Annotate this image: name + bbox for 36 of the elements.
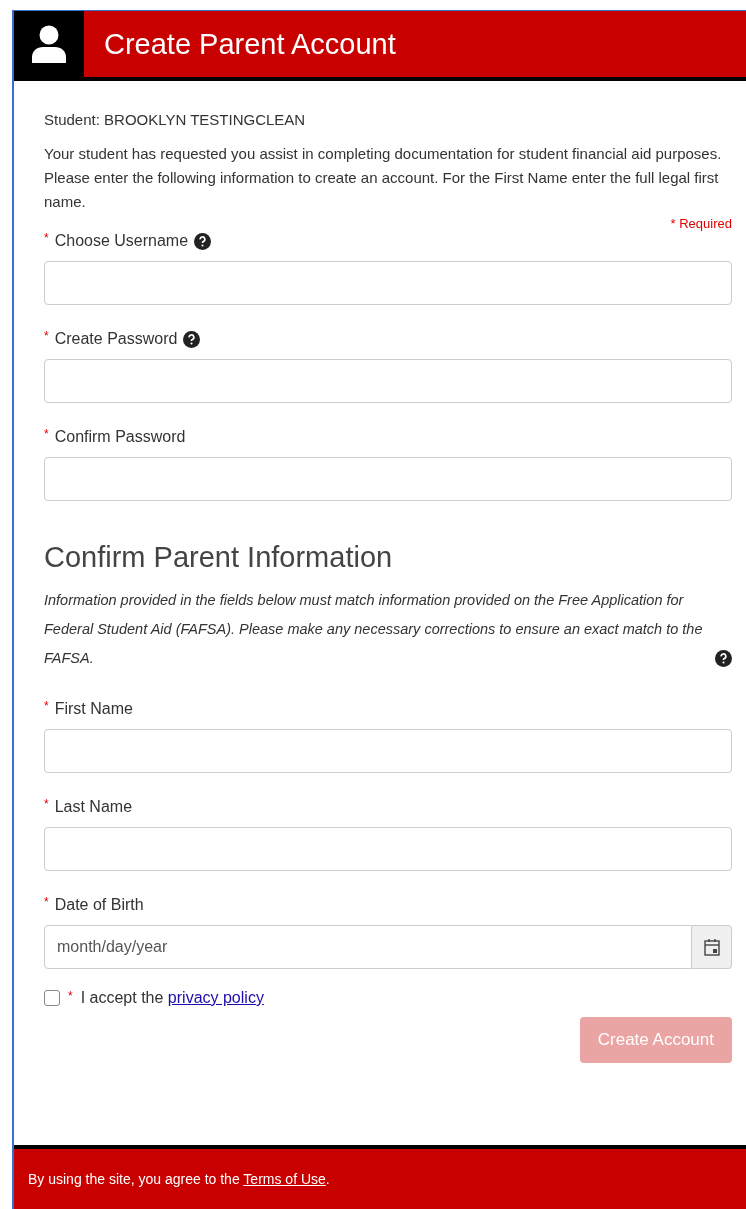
section-note: Information provided in the fields below must match information provided on the Free Application for Federal Student Aid (FAFSA). Please make any necessary corrections to ensure an exact match to the FAFSA. (44, 591, 704, 668)
required-mark: * (44, 699, 49, 713)
required-note: * Required (670, 216, 732, 231)
input-field[interactable] (44, 261, 732, 305)
page-title: Create Parent Account (103, 27, 396, 61)
required-mark: * (44, 329, 49, 343)
field-label: First Name (54, 700, 133, 718)
required-mark: * (68, 989, 73, 1003)
footer-text: By using the site, you agree to the Terms of Use. (28, 1171, 330, 1187)
date-field[interactable]: month/day/year (44, 925, 692, 969)
required-mark: * (44, 231, 49, 245)
intro-text: Your student has requested you assist in completing documentation for student financial aid purposes. Please enter the following information to create an account. For the First Name enter the full legal first name. (44, 144, 723, 212)
section-heading: Confirm Parent Information (44, 541, 394, 574)
student-name: Student: BROOKLYN TESTINGCLEAN (44, 111, 307, 128)
field-label: Confirm Password (54, 428, 186, 446)
help-icon[interactable] (194, 232, 212, 250)
input-field[interactable] (44, 729, 732, 773)
checkbox-label: I accept the privacy policy (80, 989, 264, 1007)
field-label: Create Password (54, 330, 178, 348)
required-mark: * (44, 797, 49, 811)
field-label: Last Name (54, 798, 133, 816)
input-field[interactable] (44, 827, 732, 871)
field-label: Date of Birth (54, 896, 144, 914)
required-mark: * (44, 427, 49, 441)
input-field[interactable] (44, 457, 732, 501)
help-icon[interactable] (183, 330, 201, 348)
user-icon (32, 25, 66, 63)
checkbox[interactable] (44, 990, 60, 1006)
field-label: Choose Username (54, 232, 189, 250)
privacy-policy-link[interactable]: privacy policy (167, 989, 264, 1006)
terms-link[interactable]: Terms of Use (243, 1171, 326, 1187)
calendar-button[interactable] (692, 925, 732, 969)
required-mark: * (44, 895, 49, 909)
help-icon[interactable] (715, 650, 732, 667)
input-field[interactable] (44, 359, 732, 403)
calendar-icon (703, 938, 720, 956)
